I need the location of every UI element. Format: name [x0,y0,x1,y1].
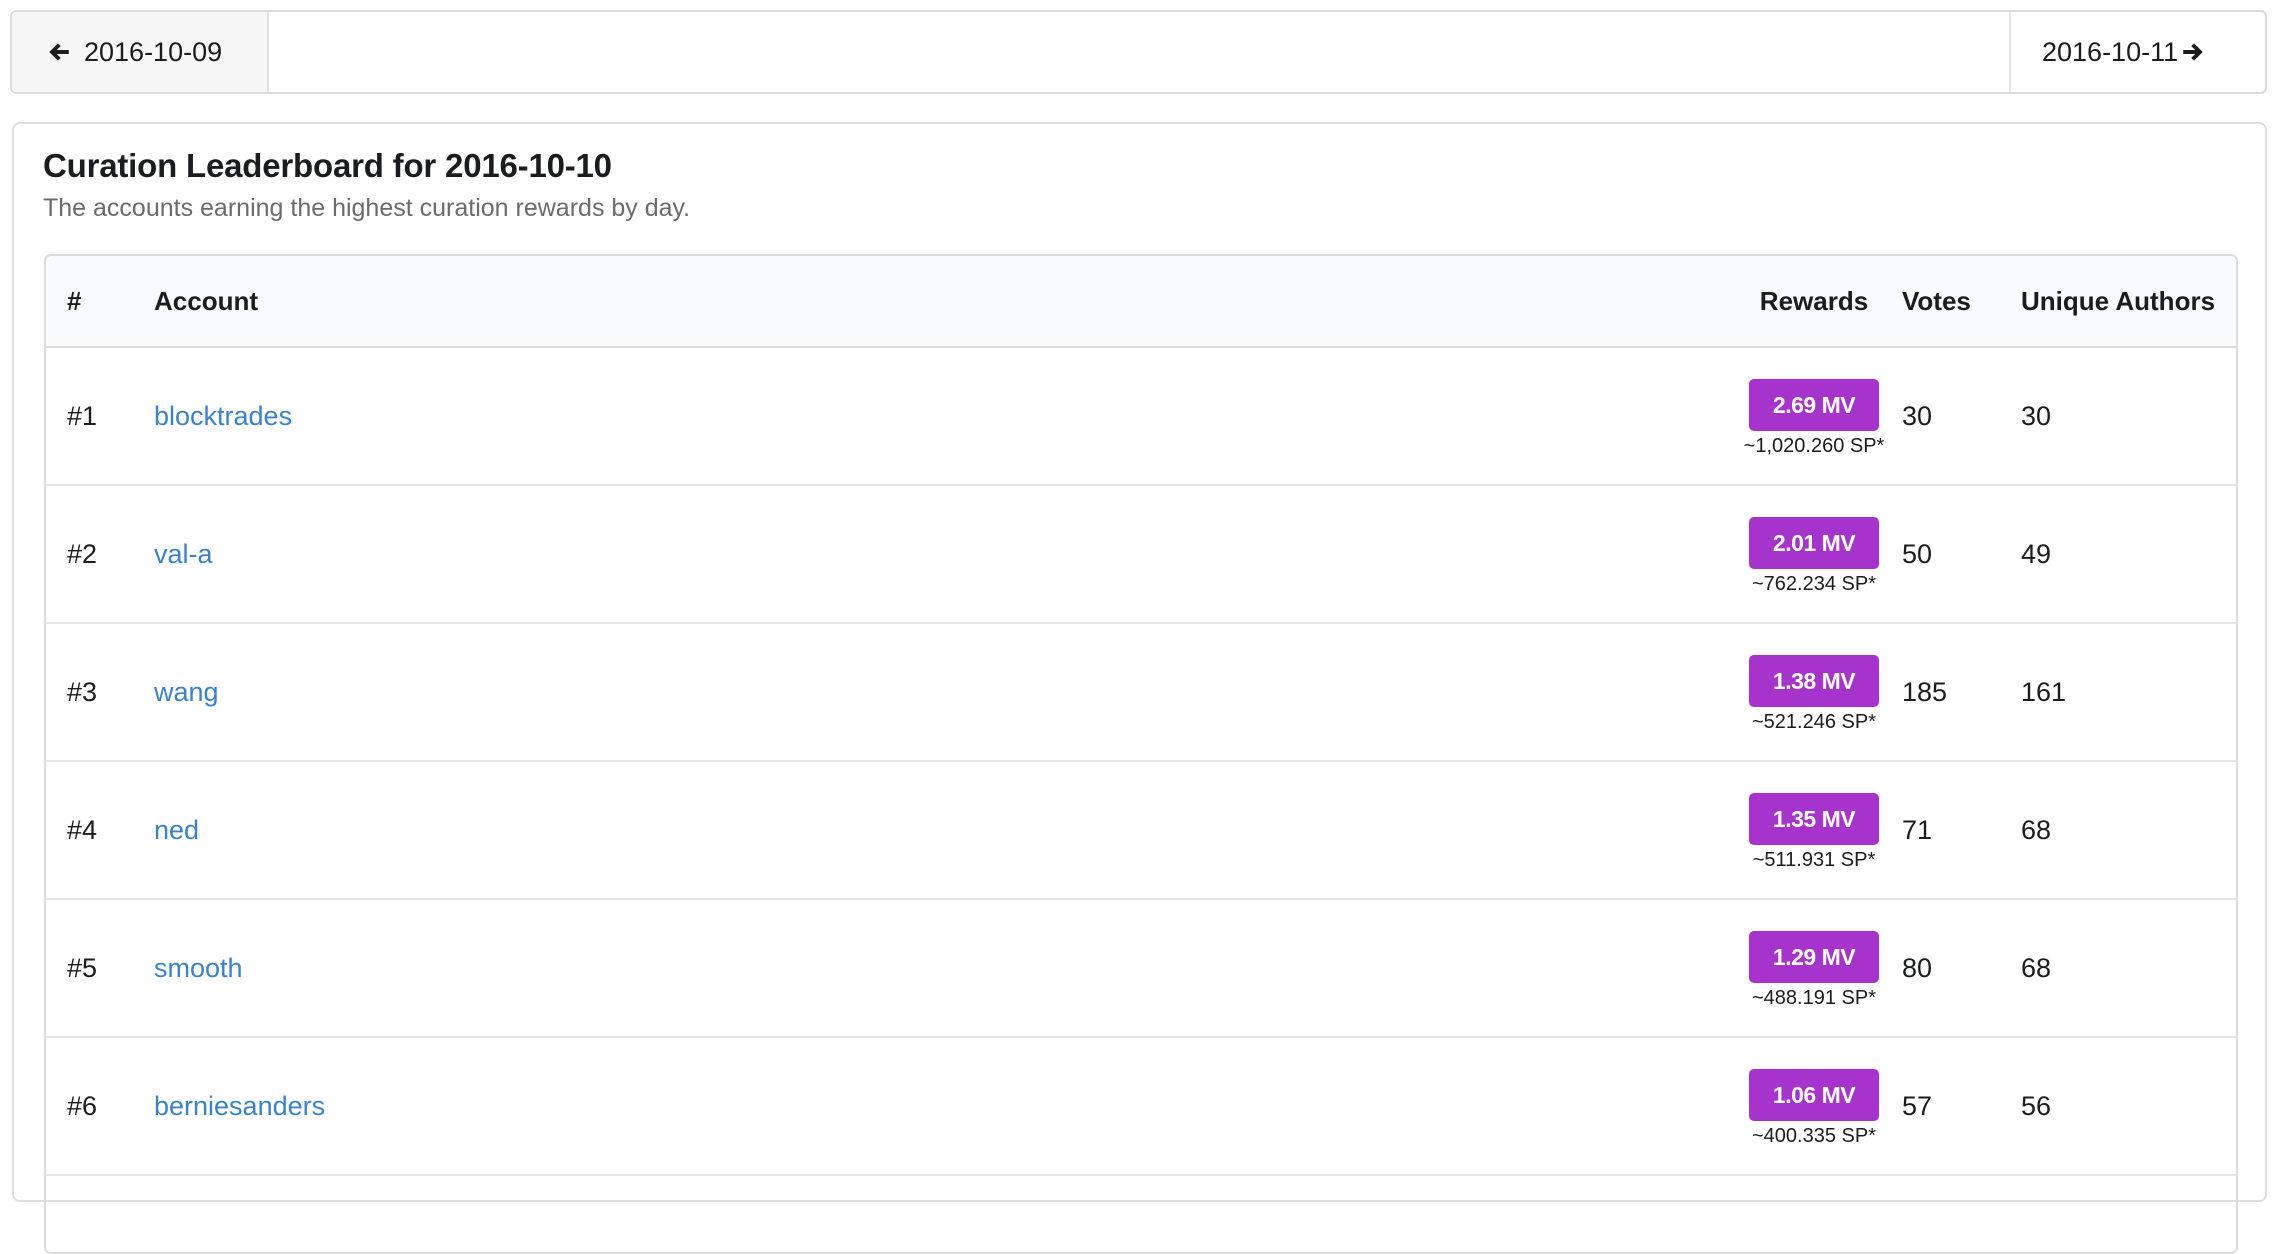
leaderboard-panel: Curation Leaderboard for 2016-10-10 The … [12,122,2267,1254]
account-cell: smooth [154,899,1726,1037]
table-row: #4 ned 1.35 MV ~511.931 SP* 71 68 [46,761,2236,899]
arrow-left-icon [46,39,72,65]
rank-cell: #5 [67,952,98,983]
next-day-button[interactable]: 2016-10-11 [2009,12,2265,92]
table-header-row: # Account Rewards Votes Unique Authors [46,256,2236,348]
unique-authors-cell: 161 [2021,676,2067,707]
page-title: Curation Leaderboard for 2016-10-10 [43,147,612,184]
rewards-cell: 2.69 MV ~1,020.260 SP* [1726,347,1902,485]
unique-authors-cell: 68 [2021,814,2052,845]
table-row: #2 val-a 2.01 MV ~762.234 SP* 50 49 [46,485,2236,623]
reward-badge: 1.29 MV [1749,931,1879,983]
unique-authors-cell: 30 [2021,400,2052,431]
account-link[interactable]: smooth [154,953,243,983]
unique-authors-cell: 56 [2021,1090,2052,1121]
steem-power-value: ~1,020.260 SP* [1743,435,1885,457]
table-row: #5 smooth 1.29 MV ~488.191 SP* 80 68 [46,899,2236,1037]
rewards-cell: 1.29 MV ~488.191 SP* [1726,899,1902,1037]
column-header-rank: # [46,256,154,348]
steem-power-value: ~488.191 SP* [1752,987,1876,1009]
reward-badge: 1.38 MV [1749,655,1879,707]
column-header-unique-authors: Unique Authors [2021,256,2236,348]
rank-cell: #2 [67,538,98,569]
previous-day-label: 2016-10-09 [84,36,223,67]
leaderboard-table: # Account Rewards Votes Unique Authors #… [46,256,2236,1176]
table-row: #6 berniesanders 1.06 MV ~400.335 SP* 57 … [46,1037,2236,1175]
votes-cell: 71 [1902,814,1933,845]
rewards-cell: 2.01 MV ~762.234 SP* [1726,485,1902,623]
reward-badge: 2.69 MV [1749,379,1879,431]
next-day-label: 2016-10-11 [2042,36,2179,67]
account-link[interactable]: ned [154,815,199,845]
date-navigation: 2016-10-09 2016-10-11 [10,10,2267,94]
account-link[interactable]: wang [154,677,219,707]
account-cell: berniesanders [154,1037,1726,1175]
reward-badge: 1.35 MV [1749,793,1879,845]
column-header-votes: Votes [1902,256,2021,348]
reward-badge: 1.06 MV [1749,1069,1879,1121]
arrow-right-icon [2180,39,2206,65]
rank-cell: #3 [67,676,98,707]
steem-power-value: ~762.234 SP* [1752,573,1876,595]
account-cell: val-a [154,485,1726,623]
rewards-cell: 1.06 MV ~400.335 SP* [1726,1037,1902,1175]
steem-power-value: ~400.335 SP* [1752,1125,1876,1147]
account-cell: wang [154,623,1726,761]
account-cell: ned [154,761,1726,899]
votes-cell: 80 [1902,952,1933,983]
account-cell: blocktrades [154,347,1726,485]
rewards-cell: 1.35 MV ~511.931 SP* [1726,761,1902,899]
leaderboard-table-container: # Account Rewards Votes Unique Authors #… [44,254,2238,1254]
column-header-rewards: Rewards [1726,256,1902,348]
account-link[interactable]: berniesanders [154,1091,325,1121]
account-link[interactable]: blocktrades [154,401,292,431]
rewards-cell: 1.38 MV ~521.246 SP* [1726,623,1902,761]
votes-cell: 30 [1902,400,1933,431]
page-subtitle: The accounts earning the highest curatio… [43,194,691,222]
column-header-account: Account [154,256,1726,348]
reward-badge: 2.01 MV [1749,517,1879,569]
steem-power-value: ~511.931 SP* [1752,849,1876,871]
rank-cell: #1 [67,400,98,431]
unique-authors-cell: 49 [2021,538,2052,569]
steem-power-value: ~521.246 SP* [1752,711,1876,733]
table-row: #1 blocktrades 2.69 MV ~1,020.260 SP* 30 … [46,347,2236,485]
rank-cell: #6 [67,1090,98,1121]
votes-cell: 185 [1902,676,1948,707]
account-link[interactable]: val-a [154,539,213,569]
table-row: #3 wang 1.38 MV ~521.246 SP* 185 161 [46,623,2236,761]
table-body: #1 blocktrades 2.69 MV ~1,020.260 SP* 30 … [46,347,2236,1175]
unique-authors-cell: 68 [2021,952,2052,983]
previous-day-button[interactable]: 2016-10-09 [12,12,269,92]
votes-cell: 57 [1902,1090,1933,1121]
votes-cell: 50 [1902,538,1933,569]
rank-cell: #4 [67,814,98,845]
